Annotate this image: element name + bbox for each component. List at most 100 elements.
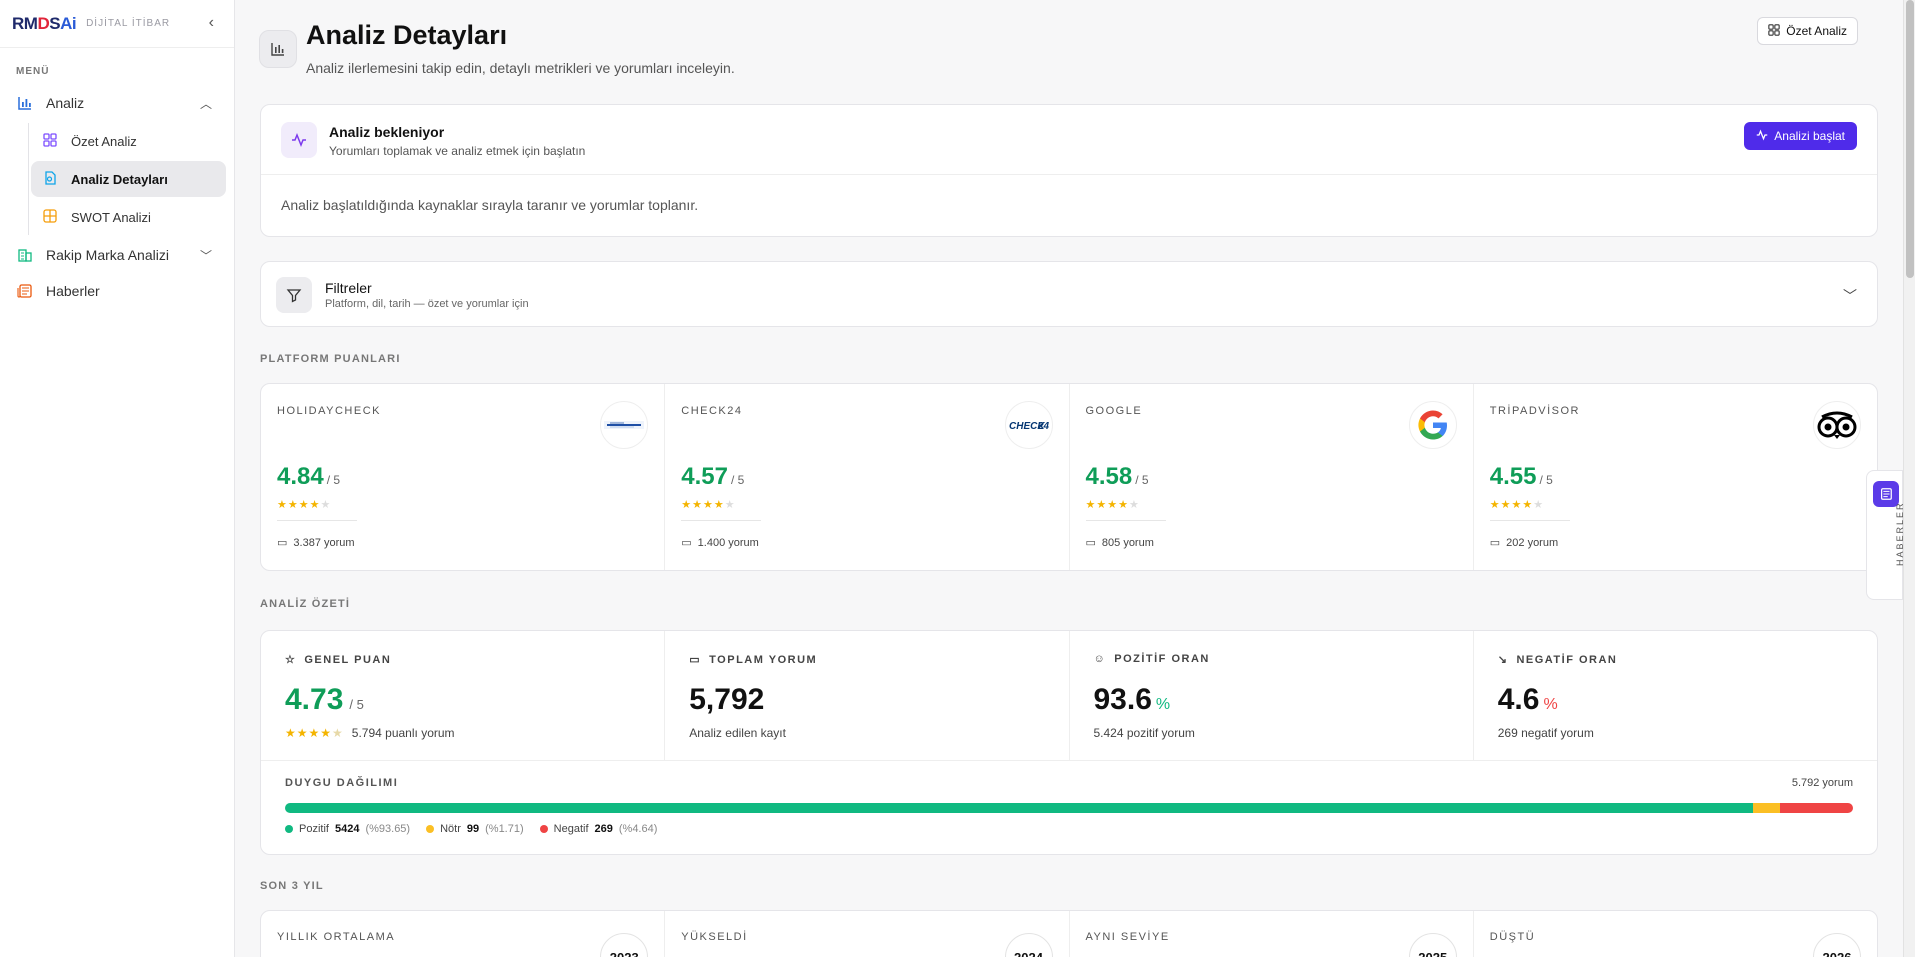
chevron-down-icon[interactable]: ﹀ [1843, 286, 1857, 306]
year-badge: 2026 [1813, 933, 1861, 957]
building-icon [16, 246, 34, 264]
comment-icon: ▭ [277, 537, 288, 549]
news-side-tab[interactable]: HABERLER [1866, 470, 1905, 600]
year-badge: 2025 [1408, 933, 1457, 957]
star-rating: ★★★★★ [1085, 499, 1140, 511]
comment-icon: ▭ [1085, 537, 1096, 549]
platform-name: HOLIDAYCHECK [277, 405, 381, 417]
platform-name: TRİPADVİSOR [1489, 405, 1581, 417]
brand-subtitle: DİJİTAL İTİBAR [86, 18, 171, 29]
summary-sub: 269 negatif yorum [1497, 726, 1594, 740]
review-count: ▭ 202 yorum [1489, 536, 1559, 550]
sidebar-item-label: Özet Analiz [71, 133, 137, 149]
table-icon [43, 209, 59, 225]
google-logo [1408, 401, 1457, 449]
sidebar-item-label: Rakip Marka Analizi [46, 247, 169, 263]
sidebar-item-haberler[interactable]: Haberler [0, 273, 234, 309]
platform-score: 4.84/ 5 [277, 463, 341, 490]
document-search-icon [43, 171, 59, 187]
year-card-label: DÜŞTÜ [1489, 931, 1536, 943]
comment-icon: ▭ [681, 537, 692, 549]
summary-value: 5,792 [689, 683, 765, 716]
review-count: ▭ 1.400 yorum [681, 536, 759, 550]
scrollbar[interactable] [1903, 0, 1915, 957]
yearly-cards: YILLIK ORTALAMA 2023 YÜKSELDİ 2024 AYNI … [260, 910, 1878, 957]
ozet-analiz-button[interactable]: Özet Analiz [1757, 17, 1858, 45]
summary-label: TOPLAM YORUM [709, 653, 818, 666]
summary-pozitif-oran: ☺ POZİTİF ORAN 93.6% 5.424 pozitif yorum [1070, 631, 1474, 760]
scrollbar-thumb[interactable] [1906, 0, 1914, 278]
platform-card-check24: CHECK24 CHECK 24 4.57/ 5 ★★★★★ ▭ 1.400 yor… [665, 384, 1070, 570]
ozet-analiz-button-label: Özet Analiz [1786, 24, 1847, 38]
neutral-segment [1753, 803, 1781, 813]
year-badge: 2023 [600, 933, 649, 957]
summary-toplam-yorum: ▭ TOPLAM YORUM 5,792 Analiz edilen kayıt [665, 631, 1070, 760]
sentiment-legend: Pozitif 5424 (%93.65) Nötr 99 (%1.71) Negati… [285, 823, 657, 835]
summary-sub: Analiz edilen kayıt [689, 726, 786, 740]
filters-title: Filtreler [325, 280, 372, 296]
summary-label: POZİTİF ORAN [1114, 653, 1210, 665]
platform-card-tripadvisor: TRİPADVİSOR 4.55/ 5 ★★★★★ ▭ 202 yorum [1474, 384, 1877, 570]
summary-value: 4.6% [1497, 683, 1558, 716]
comment-icon: ▭ [1489, 537, 1501, 549]
sidebar-item-analiz[interactable]: Analiz ︿ [0, 85, 234, 121]
check24-logo: CHECK 24 [1004, 401, 1053, 449]
page-subtitle: Analiz ilerlemesini takip edin, detaylı … [306, 60, 735, 76]
holidaycheck-logo [600, 401, 649, 449]
star-rating: ★★★★★ [277, 499, 332, 511]
tripadvisor-logo [1813, 401, 1861, 449]
trending-down-icon: ↘ [1497, 654, 1509, 666]
start-analysis-label: Analizi başlat [1774, 129, 1845, 143]
year-card: YÜKSELDİ 2024 [665, 911, 1070, 957]
star-rating: ★★★★★ [285, 726, 344, 740]
sidebar-item-analiz-detaylari[interactable]: Analiz Detayları [31, 161, 226, 197]
sidebar-item-label: Haberler [46, 283, 100, 299]
page-title: Analiz Detayları [306, 20, 508, 50]
year-card-label: YILLIK ORTALAMA [277, 931, 396, 943]
collapse-sidebar-icon[interactable]: ‹ [209, 14, 214, 32]
star-rating: ★★★★★ [681, 499, 736, 511]
summary-value: 93.6% [1093, 683, 1171, 716]
bar-chart-icon [259, 30, 297, 68]
sidebar: RMDSAi DİJİTAL İTİBAR ‹ MENÜ Analiz ︿ Öz… [0, 0, 235, 957]
summary-negatif-oran: ↘ NEGATİF ORAN 4.6% 269 negatif yorum [1474, 631, 1877, 760]
filters-subtitle: Platform, dil, tarih — özet ve yorumlar … [325, 298, 529, 310]
analysis-summary: ☆ GENEL PUAN 4.73/ 5 ★★★★★ 5.794 puanlı yo… [260, 630, 1878, 855]
platform-score: 4.55/ 5 [1489, 463, 1553, 490]
legend-neutral: Nötr 99 (%1.71) [426, 823, 524, 835]
platform-name: CHECK24 [681, 405, 743, 417]
activity-icon [1756, 129, 1768, 144]
smile-icon: ☺ [1093, 653, 1107, 665]
sidebar-item-ozet-analiz[interactable]: Özet Analiz [31, 123, 226, 159]
section-analysis-summary: ANALİZ ÖZETİ [260, 598, 351, 610]
year-badge: 2024 [1004, 933, 1053, 957]
summary-sub: 5.424 pozitif yorum [1093, 726, 1195, 740]
year-card: DÜŞTÜ 2026 [1474, 911, 1877, 957]
distribution-label: DUYGU DAĞILIMI [285, 777, 399, 789]
platform-score: 4.58/ 5 [1085, 463, 1149, 490]
sidebar-item-label: Analiz [46, 95, 85, 111]
platform-scores: HOLIDAYCHECK 4.84/ 5 ★★★★★ ▭ 3.387 yorum … [260, 383, 1878, 571]
analysis-pending-card: Analiz bekleniyor Yorumları toplamak ve … [260, 104, 1878, 237]
summary-genel-puan: ☆ GENEL PUAN 4.73/ 5 ★★★★★ 5.794 puanlı yo… [261, 631, 666, 760]
summary-label: GENEL PUAN [304, 653, 392, 666]
main-content: Analiz Detayları Analiz ilerlemesini tak… [236, 0, 1896, 957]
sidebar-item-swot[interactable]: SWOT Analizi [31, 199, 226, 235]
sidebar-item-label: Analiz Detayları [71, 171, 168, 187]
filters-panel[interactable]: Filtreler Platform, dil, tarih — özet ve… [260, 261, 1878, 327]
year-card: AYNI SEVİYE 2025 [1070, 911, 1474, 957]
chevron-up-icon: ︿ [199, 96, 212, 111]
activity-icon [281, 122, 317, 158]
negative-segment [1780, 803, 1853, 813]
sentiment-distribution: DUYGU DAĞILIMI 5.792 yorum Pozitif 5424 (%… [261, 761, 1877, 856]
sidebar-item-rakip[interactable]: Rakip Marka Analizi ﹀ [0, 237, 234, 273]
review-count: ▭ 3.387 yorum [277, 536, 355, 550]
year-card-label: YÜKSELDİ [681, 931, 748, 943]
sidebar-item-label: SWOT Analizi [71, 209, 151, 225]
start-analysis-button[interactable]: Analizi başlat [1744, 122, 1857, 150]
grid-icon [43, 133, 59, 149]
platform-card-google: GOOGLE 4.58/ 5 ★★★★★ ▭ 805 yorum [1070, 384, 1474, 570]
summary-label: NEGATİF ORAN [1516, 653, 1618, 666]
brand-logo[interactable]: RMDSAi [12, 14, 77, 34]
platform-card-holidaycheck: HOLIDAYCHECK 4.84/ 5 ★★★★★ ▭ 3.387 yorum [261, 384, 666, 570]
